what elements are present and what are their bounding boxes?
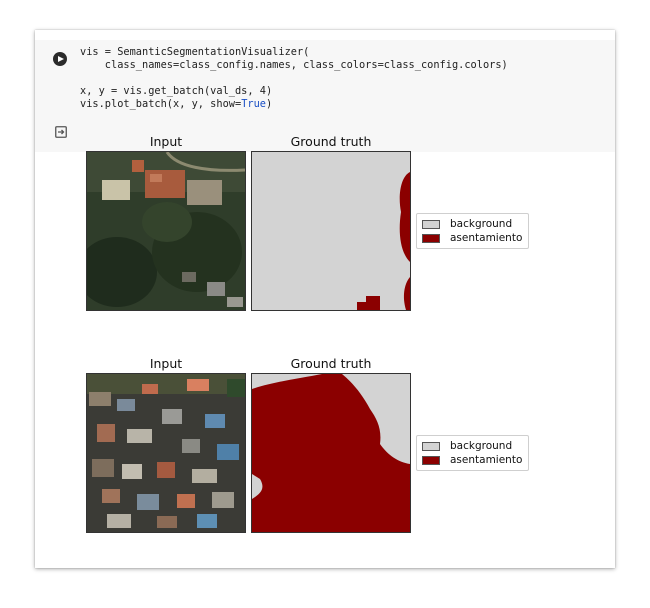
code-keyword: True xyxy=(241,98,266,110)
row1-input-title: Input xyxy=(149,134,183,149)
code-line-2: class_names=class_config.names, class_co… xyxy=(80,59,508,71)
code-text[interactable]: vis = SemanticSegmentationVisualizer( cl… xyxy=(80,46,508,111)
legend-swatch-asentamiento xyxy=(422,233,440,243)
row1-truth-mask xyxy=(251,151,411,311)
legend-swatch-background xyxy=(422,219,440,229)
legend-label-background: background xyxy=(450,218,513,230)
legend-swatch-background xyxy=(422,441,440,451)
legend-item-background: background xyxy=(422,439,522,453)
code-line-1: vis = SemanticSegmentationVisualizer( xyxy=(80,46,310,58)
row2-legend: background asentamiento xyxy=(416,435,530,471)
row1-legend: background asentamiento xyxy=(416,213,530,249)
code-line-4: x, y = vis.get_batch(val_ds, 4) xyxy=(80,85,273,97)
legend-label-background: background xyxy=(450,440,513,452)
row1-truth-title: Ground truth xyxy=(290,134,372,149)
legend-item-asentamiento: asentamiento xyxy=(422,453,522,467)
row1-input-image xyxy=(86,151,246,311)
legend-item-background: background xyxy=(422,217,522,231)
row2-truth-title: Ground truth xyxy=(290,356,372,371)
row2-truth-mask xyxy=(251,373,411,533)
code-line-5-end: ) xyxy=(266,98,273,110)
row2-input-image xyxy=(86,373,246,533)
legend-label-asentamiento: asentamiento xyxy=(450,232,523,244)
code-cell: vis = SemanticSegmentationVisualizer( cl… xyxy=(35,30,615,568)
row2-input-title: Input xyxy=(149,356,183,371)
code-line-5: vis.plot_batch(x, y, show= xyxy=(80,98,242,110)
legend-label-asentamiento: asentamiento xyxy=(450,454,523,466)
legend-swatch-asentamiento xyxy=(422,455,440,465)
legend-item-asentamiento: asentamiento xyxy=(422,231,522,245)
output-icon[interactable] xyxy=(55,126,67,138)
run-cell-button[interactable] xyxy=(53,52,67,66)
